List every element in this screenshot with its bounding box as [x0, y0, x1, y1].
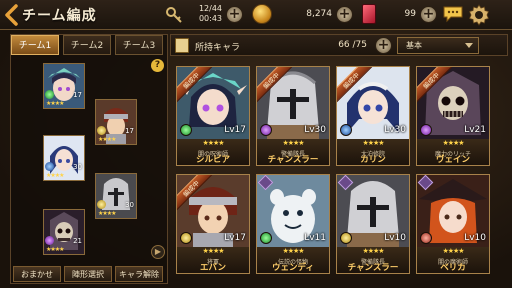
unit-stars: ★★★★	[98, 136, 116, 143]
gold-amount: 8,274	[306, 9, 332, 19]
key-icon	[165, 6, 183, 24]
element-icon	[180, 124, 192, 136]
card-stars: ★★★★	[282, 247, 304, 255]
element-icon	[97, 200, 106, 209]
card-level: Lv11	[304, 233, 326, 243]
team-slot-1[interactable]: 17 ★★★★	[43, 63, 85, 109]
chat-bubble-icon[interactable]	[442, 5, 464, 23]
team-slot-2[interactable]: 17 ★★★★	[95, 99, 137, 145]
tab-team-2[interactable]: チーム2	[63, 35, 111, 55]
team-formation-screen: チーム編成 12/44 00:43 + 8,274 + 99 + チーム1 チー…	[0, 0, 512, 288]
element-icon	[45, 162, 54, 171]
character-card[interactable]: 編成中 Lv17 ★★★★ 闇の呪術師 シルビア	[176, 66, 250, 166]
settings-gear-icon[interactable]	[467, 3, 491, 27]
unit-stars: ★★★★	[46, 172, 64, 179]
card-stars: ★★★★	[442, 247, 464, 255]
back-arrow-icon[interactable]	[4, 4, 18, 26]
character-card[interactable]: 編成中 Lv21 ★★★★ 魔力のリッチ ヴェイン	[416, 66, 490, 166]
team-slot-5[interactable]: 21 ★★★★	[43, 209, 85, 255]
card-level: Lv17	[224, 233, 246, 243]
element-icon	[260, 232, 272, 244]
card-stars: ★★★★	[442, 139, 464, 147]
remove-characters-button[interactable]: キャラ解除	[115, 266, 163, 282]
character-card[interactable]: 編成中 Lv30 ★★★★ 大泊修院 カリン	[336, 66, 410, 166]
help-icon[interactable]: ?	[151, 59, 164, 72]
unit-stars: ★★★★	[98, 210, 116, 217]
element-icon	[420, 232, 432, 244]
formation-select-button[interactable]: 陣形選択	[64, 266, 112, 282]
card-stars: ★★★★	[362, 247, 384, 255]
element-icon	[340, 232, 352, 244]
card-name: ウェンディ	[272, 263, 314, 273]
card-stars: ★★★★	[362, 139, 384, 147]
team-slot-3[interactable]: 30 ★★★★	[43, 135, 85, 181]
add-stamina-button[interactable]: +	[226, 6, 243, 23]
card-name: エバン	[200, 263, 226, 273]
sort-value: 基本	[406, 41, 422, 50]
card-stars: ★★★★	[282, 139, 304, 147]
card-stars: ★★★★	[202, 139, 224, 147]
element-icon	[97, 126, 106, 135]
character-card[interactable]: Lv11 ★★★★ 伝説の怪物 ウェンディ	[256, 174, 330, 274]
tab-team-3[interactable]: チーム3	[115, 35, 163, 55]
element-icon	[340, 124, 352, 136]
top-bar: チーム編成 12/44 00:43 + 8,274 + 99 +	[0, 0, 512, 30]
character-card[interactable]: Lv10 ★★★★ 闇の魔術師 ベリカ	[416, 174, 490, 274]
card-name: チャンスラー	[347, 263, 399, 273]
unit-stars: ★★★★	[46, 100, 64, 107]
card-level: Lv17	[224, 125, 246, 135]
recovery-time: 00:43	[198, 14, 222, 23]
card-stars: ★★★★	[202, 247, 224, 255]
expand-slots-button[interactable]: +	[375, 37, 392, 54]
card-name: ヴェイン	[435, 155, 470, 165]
character-card[interactable]: Lv10 ★★★★ 警備隊長 チャンスラー	[336, 174, 410, 274]
element-icon	[420, 124, 432, 136]
tab-team-1[interactable]: チーム1	[11, 35, 59, 55]
owned-count: 66 /75	[338, 40, 367, 50]
card-level: Lv30	[304, 125, 326, 135]
unit-level: 30	[73, 163, 82, 171]
unit-level: 17	[125, 127, 134, 135]
element-icon	[45, 236, 54, 245]
unit-level: 30	[125, 201, 134, 209]
element-icon	[45, 90, 54, 99]
element-icon	[180, 232, 192, 244]
page-title: チーム編成	[22, 8, 97, 24]
add-gold-button[interactable]: +	[336, 6, 353, 23]
element-icon	[260, 124, 272, 136]
chevron-down-icon	[465, 43, 473, 48]
card-name: ベリカ	[440, 263, 466, 273]
stamina-count: 12/44	[198, 4, 222, 13]
gold-coin-icon	[252, 4, 272, 24]
unit-stars: ★★★★	[46, 246, 64, 253]
formation-toggle-button[interactable]: ▶	[151, 245, 165, 259]
add-gem-button[interactable]: +	[420, 6, 437, 23]
gem-amount: 99	[404, 9, 416, 19]
card-level: Lv10	[384, 233, 406, 243]
card-name: カリン	[360, 155, 386, 165]
character-card[interactable]: 編成中 Lv17 ★★★★ 将軍 エバン	[176, 174, 250, 274]
sort-dropdown[interactable]: 基本	[397, 37, 479, 54]
book-icon	[175, 38, 189, 53]
card-name: チャンスラー	[267, 155, 319, 165]
card-name: シルビア	[195, 155, 230, 165]
stamina-timer: 12/44 00:43	[186, 4, 222, 24]
team-panel: チーム1 チーム2 チーム3 ? 17 ★★★★ 17 ★★★★ 30 ★★★★	[10, 34, 168, 284]
team-slot-4[interactable]: 30 ★★★★	[95, 173, 137, 219]
auto-assign-button[interactable]: おまかせ	[13, 266, 61, 282]
gem-icon	[362, 4, 376, 24]
card-level: Lv30	[384, 125, 406, 135]
unit-level: 17	[73, 91, 82, 99]
owned-characters-bar: 所持キャラ 66 /75 + 基本	[170, 34, 508, 56]
character-card[interactable]: 編成中 Lv30 ★★★★ 警備隊長 チャンスラー	[256, 66, 330, 166]
card-level: Lv21	[464, 125, 486, 135]
team-tabs: チーム1 チーム2 チーム3	[11, 35, 167, 55]
unit-level: 21	[73, 237, 82, 245]
card-level: Lv10	[464, 233, 486, 243]
owned-label: 所持キャラ	[195, 43, 241, 53]
